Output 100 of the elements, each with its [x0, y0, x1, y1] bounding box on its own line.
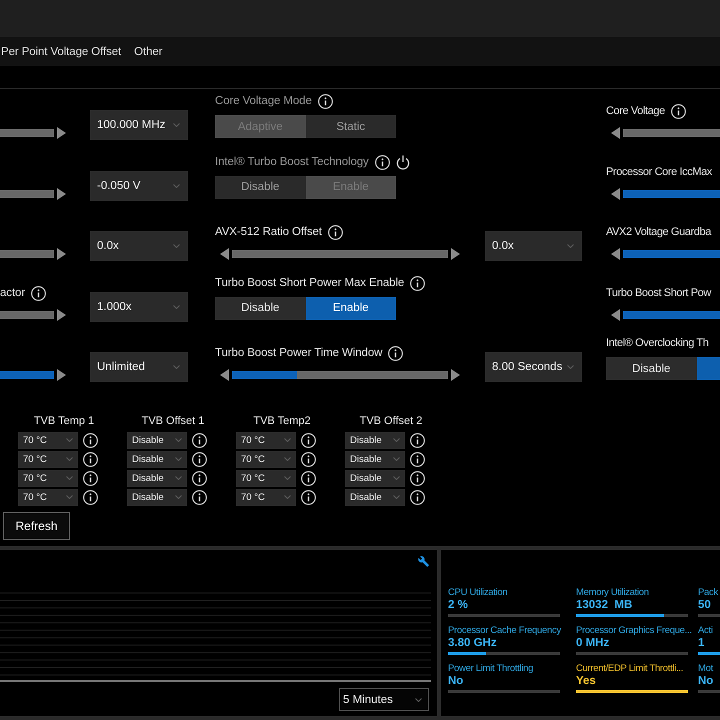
triangle-left-icon[interactable] — [611, 248, 620, 260]
caret-icon — [66, 476, 73, 480]
info-icon[interactable] — [328, 225, 343, 240]
info-icon[interactable] — [31, 286, 46, 300]
dropdown[interactable]: 70 °C — [236, 470, 296, 486]
dropdown[interactable]: 0.0x — [90, 231, 188, 261]
caret-icon — [175, 476, 182, 480]
triangle-left-icon[interactable] — [611, 308, 620, 320]
info-icon[interactable] — [83, 490, 98, 504]
info-icon[interactable] — [192, 452, 207, 466]
info-icon[interactable] — [192, 432, 207, 448]
dropdown[interactable]: 70 °C — [18, 488, 78, 506]
dropdown[interactable]: 100.000 MHz — [90, 110, 188, 140]
metric-label: Processor Graphics Freque... — [576, 625, 693, 637]
caret-icon — [393, 495, 400, 499]
info-icon[interactable] — [301, 490, 316, 504]
triangle-left-icon[interactable] — [611, 188, 620, 200]
tab[interactable]: Other — [133, 37, 162, 66]
triangle-left-icon[interactable] — [611, 127, 620, 139]
caret-icon — [393, 476, 400, 480]
dropdown[interactable]: 70 °C — [18, 470, 78, 486]
triangle-right-icon[interactable] — [57, 188, 66, 200]
option-button[interactable]: Enable — [306, 296, 396, 320]
slider-track[interactable] — [623, 129, 720, 137]
dropdown[interactable]: 8.00 Seconds — [485, 352, 582, 382]
dropdown[interactable]: Disable — [127, 450, 187, 468]
dropdown[interactable]: Disable — [127, 432, 187, 448]
slider-track[interactable] — [623, 310, 720, 318]
slider-track[interactable] — [623, 250, 720, 258]
metric-bar — [698, 690, 720, 693]
dropdown[interactable]: 70 °C — [236, 432, 296, 448]
triangle-right-icon[interactable] — [57, 308, 66, 320]
info-icon[interactable] — [670, 104, 686, 119]
dropdown[interactable]: Disable — [345, 432, 405, 448]
info-icon[interactable] — [83, 432, 98, 448]
info-icon[interactable] — [83, 470, 98, 486]
wrench-icon[interactable] — [418, 556, 429, 567]
slider-track[interactable] — [0, 310, 54, 318]
metric-value: 0 MHz — [576, 637, 610, 650]
info-icon[interactable] — [301, 470, 316, 486]
slider-track[interactable] — [232, 250, 448, 258]
info-icon[interactable] — [192, 490, 207, 504]
slider-track[interactable] — [623, 190, 720, 198]
setting-label: Intel® Turbo Boost Technology — [215, 154, 369, 170]
triangle-right-icon[interactable] — [57, 127, 66, 139]
triangle-right-icon[interactable] — [451, 248, 460, 260]
info-icon[interactable] — [388, 346, 404, 361]
dropdown[interactable]: 70 °C — [18, 432, 78, 448]
info-icon[interactable] — [410, 470, 425, 486]
metric-value: Yes — [576, 675, 597, 688]
triangle-left-icon[interactable] — [220, 248, 229, 260]
refresh-button[interactable]: Refresh — [3, 512, 70, 540]
dropdown[interactable]: Disable — [345, 450, 405, 468]
triangle-left-icon[interactable] — [220, 369, 229, 381]
slider-track[interactable] — [232, 371, 448, 379]
slider-track[interactable] — [0, 190, 54, 198]
dropdown[interactable]: 1.000x — [90, 292, 188, 322]
dropdown[interactable]: 70 °C — [236, 450, 296, 468]
caret-icon — [567, 244, 574, 248]
metric-value: No — [698, 675, 714, 688]
triangle-right-icon[interactable] — [57, 369, 66, 381]
metric-label: CPU Utilization — [448, 587, 508, 599]
dropdown[interactable]: 0.0x — [485, 231, 582, 261]
metric-label: Processor Cache Frequency — [448, 625, 562, 637]
option-button[interactable]: Disable — [606, 357, 696, 380]
option-button[interactable]: Disable — [215, 296, 306, 320]
dropdown[interactable]: 5 Minutes — [339, 688, 429, 711]
tab[interactable]: Per Point Voltage Offset — [0, 37, 122, 66]
setting-label: Processor Core IccMax — [606, 164, 712, 180]
setting-label: AVX2 Voltage Guardba — [606, 225, 711, 240]
dropdown[interactable]: Disable — [345, 488, 405, 506]
info-icon[interactable] — [301, 432, 316, 448]
info-icon[interactable] — [83, 452, 98, 466]
info-icon[interactable] — [410, 490, 425, 504]
slider-track[interactable] — [0, 250, 54, 258]
caret-icon — [173, 244, 180, 248]
slider-track[interactable] — [0, 129, 54, 137]
caret-icon — [66, 495, 73, 499]
info-icon[interactable] — [192, 470, 207, 486]
dropdown[interactable]: Unlimited — [90, 352, 188, 382]
triangle-right-icon[interactable] — [451, 369, 460, 381]
dropdown[interactable]: Disable — [127, 470, 187, 486]
slider-track[interactable] — [0, 371, 54, 379]
caret-icon — [284, 495, 291, 499]
dropdown[interactable]: Disable — [127, 488, 187, 506]
triangle-right-icon[interactable] — [57, 248, 66, 260]
setting-label: Turbo Boost Power Time Window — [215, 346, 382, 361]
info-icon[interactable] — [301, 452, 316, 466]
info-icon[interactable] — [410, 276, 426, 290]
caret-icon — [567, 365, 574, 369]
dropdown[interactable]: 70 °C — [18, 450, 78, 468]
dropdown[interactable]: -0.050 V — [90, 170, 188, 200]
setting-label: AVX-512 Ratio Offset — [215, 225, 322, 240]
setting-label: Core Voltage Mode — [215, 94, 312, 109]
caret-icon — [393, 457, 400, 461]
info-icon[interactable] — [410, 452, 425, 466]
dropdown[interactable]: 70 °C — [236, 488, 296, 506]
info-icon[interactable] — [410, 432, 425, 448]
metric-label: Current/EDP Limit Throttli... — [576, 663, 684, 675]
dropdown[interactable]: Disable — [345, 470, 405, 486]
